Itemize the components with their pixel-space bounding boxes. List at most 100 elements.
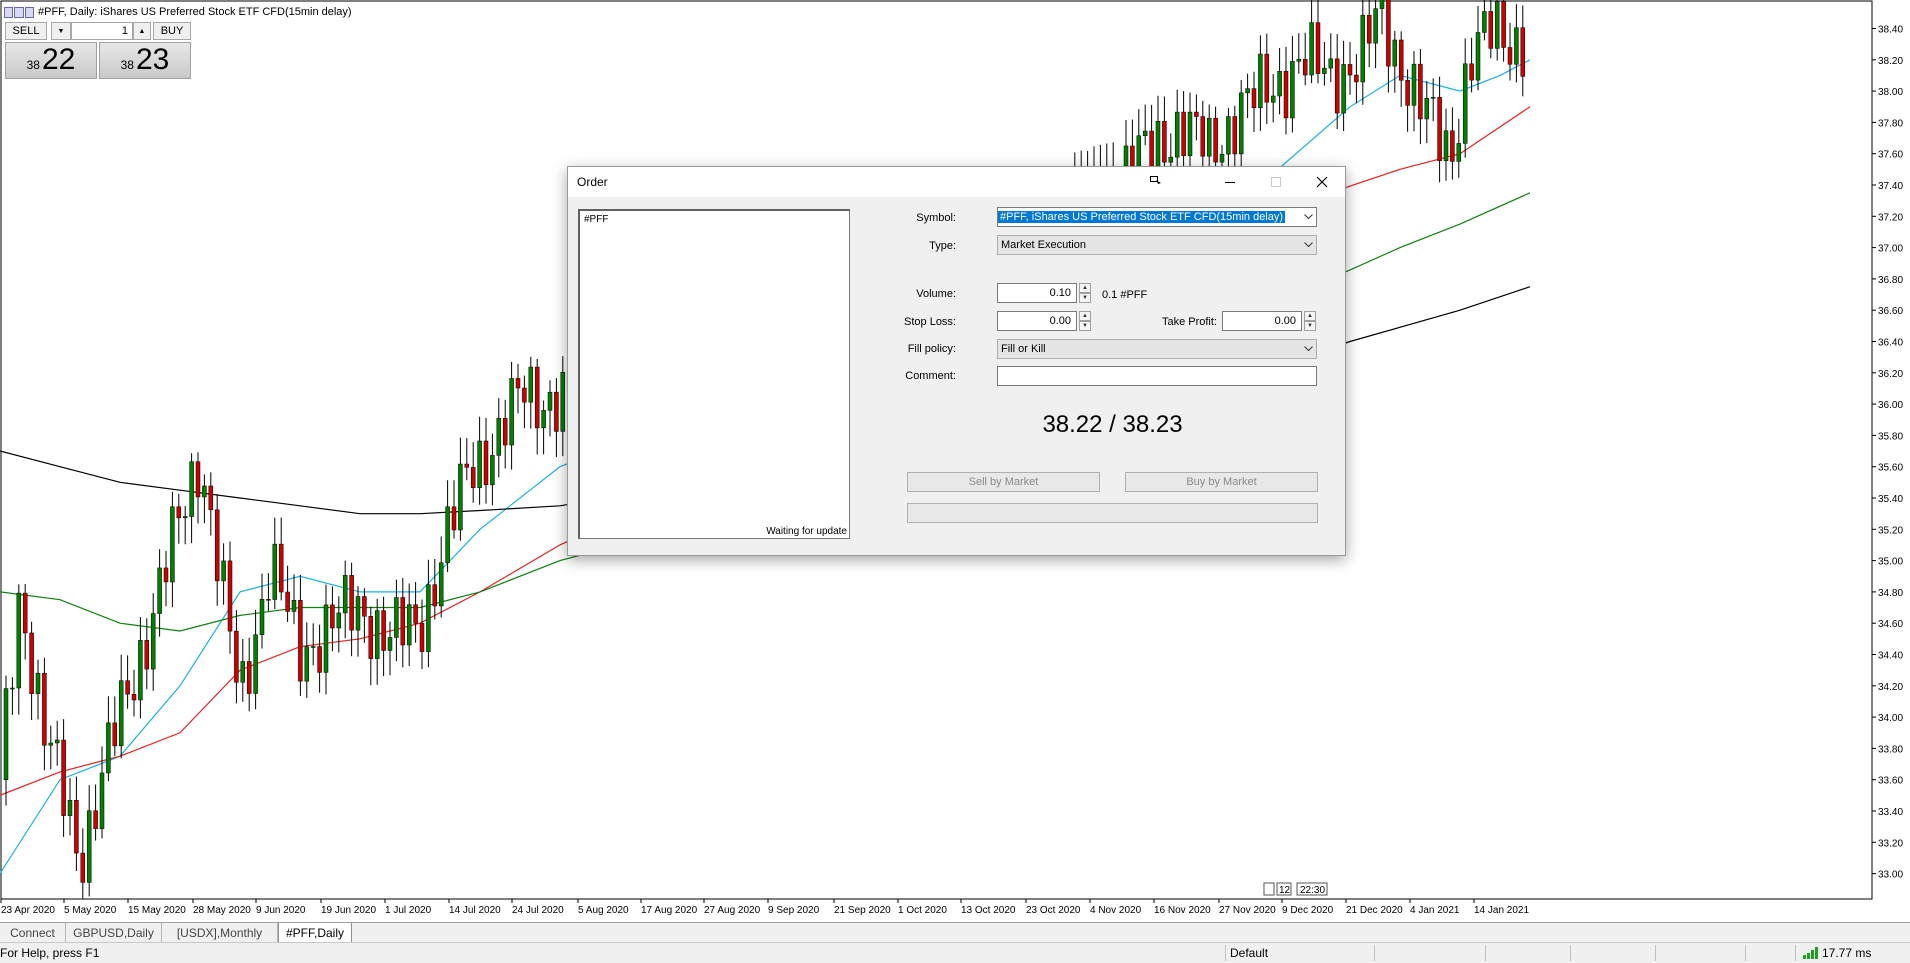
candle-body	[1290, 61, 1295, 119]
candle-body	[214, 509, 220, 582]
comment-label: Comment:	[905, 370, 956, 382]
candle-body	[554, 391, 559, 432]
candle-body	[1514, 27, 1519, 65]
candle-body	[42, 672, 47, 746]
candle-body	[1354, 74, 1359, 83]
candle-body	[534, 366, 540, 429]
volume-input[interactable]: 0.10	[997, 283, 1077, 303]
candle-body	[394, 597, 399, 638]
candle-body	[195, 461, 201, 498]
candle-body	[1520, 27, 1526, 77]
candle-body	[1366, 14, 1372, 44]
candle-body	[1155, 121, 1161, 170]
type-label: Type:	[929, 240, 956, 252]
date-label: 5 Aug 2020	[578, 905, 629, 916]
candle-body	[342, 575, 348, 614]
candle-body	[29, 632, 34, 694]
tab-gbpusd-daily[interactable]: GBPUSD,Daily	[66, 923, 162, 942]
candle-body	[1187, 111, 1193, 156]
volume-input[interactable]: 1	[71, 22, 133, 40]
candle-body	[387, 637, 393, 651]
sell-button[interactable]: SELL	[5, 22, 47, 40]
candle-body	[362, 596, 367, 617]
candle-body	[1347, 64, 1353, 76]
arrow-down-icon: ▼	[57, 27, 65, 35]
tab-usdx-monthly[interactable]: [USDX],Monthly	[162, 923, 278, 942]
candle-body	[138, 640, 143, 701]
buy-by-market-button[interactable]: Buy by Market	[1125, 472, 1318, 492]
candle-body	[291, 600, 297, 612]
candle-body	[189, 461, 194, 517]
date-label: 27 Aug 2020	[704, 905, 761, 916]
candle-body	[451, 506, 457, 531]
buy-button[interactable]: BUY	[153, 22, 191, 40]
candle-body	[1142, 130, 1148, 137]
candle-body	[1213, 117, 1218, 163]
date-label: 4 Nov 2020	[1090, 905, 1142, 916]
buy-price-button[interactable]: 38 23	[99, 42, 191, 79]
date-label: 23 Oct 2020	[1026, 905, 1081, 916]
order-dialog: Order #PFF Waiting for update Symbol: #P…	[567, 166, 1346, 556]
fill-policy-select[interactable]: Fill or Kill	[997, 339, 1317, 359]
tick-chart: #PFF Waiting for update	[578, 209, 850, 539]
tab-pff-daily[interactable]: #PFF,Daily	[278, 923, 352, 943]
candle-body	[170, 506, 175, 583]
comment-input[interactable]	[997, 366, 1317, 386]
candle-body	[426, 584, 431, 652]
candle-body	[522, 387, 527, 403]
volume-increase-button[interactable]: ▲	[133, 22, 151, 40]
price-label: 34.80	[1878, 588, 1903, 599]
sell-price-button[interactable]: 38 22	[5, 42, 97, 79]
candle-body	[432, 584, 438, 607]
stop-loss-input[interactable]: 0.00	[997, 311, 1077, 331]
candle-body	[1424, 98, 1430, 120]
volume-decrease-button[interactable]: ▼	[51, 22, 71, 40]
candle-body	[221, 560, 226, 582]
maximize-button[interactable]	[1253, 167, 1299, 197]
status-help-text: For Help, press F1	[0, 946, 100, 960]
candle-body	[317, 646, 322, 673]
sell-by-market-button[interactable]: Sell by Market	[907, 472, 1100, 492]
candle-body	[266, 599, 271, 601]
candle-body	[1507, 47, 1513, 65]
symbol-select[interactable]: #PFF, iShares US Preferred Stock ETF CFD…	[997, 207, 1317, 227]
price-label: 38.20	[1878, 56, 1903, 67]
time-box-small-label: 12	[1279, 885, 1291, 896]
candle-body	[131, 693, 137, 701]
candle-body	[323, 604, 329, 673]
date-label: 21 Sep 2020	[834, 905, 891, 916]
tick-chart-status: Waiting for update	[766, 526, 847, 537]
candle-body	[1258, 53, 1263, 109]
sell-price-small: 38	[26, 58, 40, 72]
take-profit-spinner[interactable]: ▲ ▼	[1304, 311, 1316, 331]
candle-body	[477, 440, 482, 489]
order-dialog-titlebar[interactable]: Order	[568, 167, 1345, 197]
candle-body	[227, 560, 233, 632]
type-select[interactable]: Market Execution	[997, 235, 1317, 255]
arrow-up-icon: ▲	[1304, 311, 1316, 321]
candle-body	[1174, 111, 1180, 158]
candle-body	[406, 604, 412, 646]
candle-body	[496, 417, 502, 456]
candle-body	[1475, 32, 1481, 81]
candle-body	[1334, 58, 1340, 114]
candle-body	[1456, 143, 1462, 162]
minimize-button[interactable]	[1207, 167, 1253, 197]
candle-body	[3, 688, 9, 780]
price-label: 37.80	[1878, 118, 1903, 129]
candle-body	[560, 371, 566, 432]
price-label: 36.80	[1878, 275, 1903, 286]
tab-connect[interactable]: Connect	[0, 923, 66, 942]
volume-spinner[interactable]: ▲ ▼	[1079, 283, 1091, 303]
close-button[interactable]	[1299, 167, 1345, 197]
candle-body	[1245, 88, 1250, 94]
date-label: 1 Jul 2020	[385, 905, 432, 916]
candle-body	[1494, 1, 1500, 49]
close-icon	[1316, 176, 1328, 188]
volume-hint: 0.1 #PFF	[1102, 289, 1148, 301]
buy-price-big: 23	[135, 43, 170, 76]
take-profit-input[interactable]: 0.00	[1222, 311, 1302, 331]
candle-body	[202, 485, 207, 498]
candle-body	[1251, 88, 1257, 109]
stop-loss-spinner[interactable]: ▲ ▼	[1079, 311, 1091, 331]
